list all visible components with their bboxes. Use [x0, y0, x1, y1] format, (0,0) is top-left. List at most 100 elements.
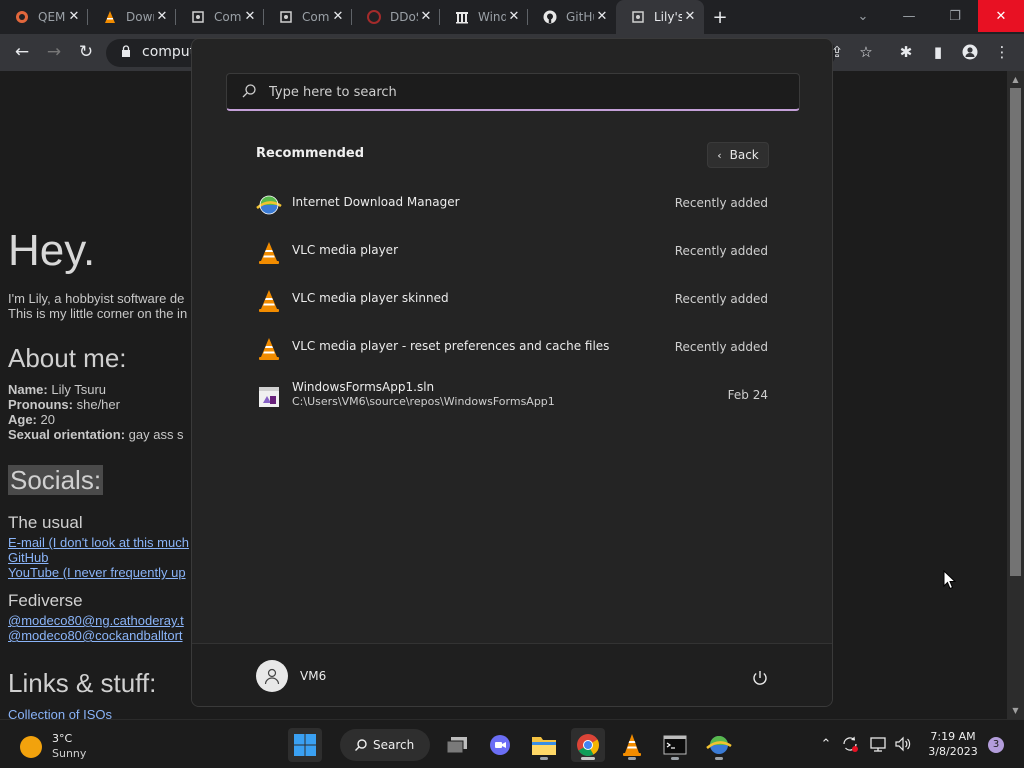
page-heading: Hey.: [8, 226, 96, 275]
power-button[interactable]: [748, 666, 772, 690]
vlc-icon: [259, 338, 279, 360]
profile-icon[interactable]: [958, 40, 982, 64]
terminal-icon[interactable]: [658, 728, 692, 762]
chevron-down-icon[interactable]: ⌄: [840, 0, 886, 32]
back-arrow-icon[interactable]: ←: [9, 39, 35, 65]
scrollbar-thumb[interactable]: [1010, 88, 1021, 576]
about-orientation: Sexual orientation: gay ass s: [8, 427, 184, 442]
vlc-icon[interactable]: [615, 728, 649, 762]
taskbar-clock[interactable]: 7:19 AM 3/8/2023: [922, 729, 984, 759]
browser-tab[interactable]: Comp ✕: [176, 0, 264, 34]
avatar[interactable]: [256, 660, 288, 692]
sun-icon: [20, 736, 42, 758]
chevron-left-icon: ‹: [717, 148, 722, 162]
chrome-icon[interactable]: [571, 728, 605, 762]
ddos-icon: [366, 9, 382, 25]
taskbar-search-button[interactable]: Search: [340, 729, 430, 761]
reload-icon[interactable]: ↻: [73, 39, 99, 65]
idm-icon[interactable]: [702, 728, 736, 762]
weather-widget[interactable]: 3°C Sunny: [20, 732, 140, 760]
intro-text: This is my little corner on the in: [8, 306, 188, 321]
power-icon: [753, 671, 767, 685]
mouse-cursor-icon: [943, 570, 957, 590]
star-icon[interactable]: ☆: [854, 40, 878, 64]
intro-text: I'm Lily, a hobbyist software de: [8, 291, 185, 306]
start-button[interactable]: [288, 728, 322, 762]
windows-logo-icon: [294, 734, 316, 756]
github-link[interactable]: GitHub: [8, 550, 48, 565]
side-panel-icon[interactable]: ▮: [926, 40, 950, 64]
vlc-icon: [259, 242, 279, 264]
wikipedia-icon: [454, 9, 470, 25]
volume-icon[interactable]: [893, 733, 913, 755]
scroll-up-arrow-icon[interactable]: ▲: [1008, 73, 1023, 87]
task-view-icon[interactable]: [440, 728, 474, 762]
teams-chat-icon[interactable]: [483, 728, 517, 762]
fediverse-link[interactable]: @modeco80@ng.cathoderay.t: [8, 613, 184, 628]
browser-tab-active[interactable]: Lily's ✕: [616, 0, 704, 34]
recommended-item[interactable]: WindowsFormsApp1.sln C:\Users\VM6\source…: [244, 374, 780, 418]
youtube-link[interactable]: YouTube (I never frequently up: [8, 565, 186, 580]
taskbar: 3°C Sunny Search ⌃ 7:19 AM 3/8/2023 3: [0, 719, 1024, 768]
user-icon: [264, 668, 280, 685]
fediverse-heading: Fediverse: [8, 591, 83, 610]
vlc-icon: [259, 290, 279, 312]
close-icon[interactable]: ✕: [594, 9, 610, 25]
recommended-item[interactable]: Internet Download Manager Recently added: [244, 182, 780, 226]
notification-badge[interactable]: 3: [988, 737, 1004, 753]
socials-heading: Socials:: [8, 465, 104, 495]
menu-icon[interactable]: ⋮: [990, 40, 1014, 64]
isos-link[interactable]: Collection of ISOs: [8, 707, 112, 719]
recommended-item[interactable]: VLC media player skinned Recently added: [244, 278, 780, 322]
browser-tab[interactable]: DDoS ✕: [352, 0, 440, 34]
browser-tab[interactable]: Downl ✕: [88, 0, 176, 34]
scroll-down-arrow-icon[interactable]: ▼: [1008, 704, 1023, 718]
recommended-item[interactable]: VLC media player Recently added: [244, 230, 780, 274]
links-heading: Links & stuff:: [8, 668, 157, 698]
browser-tab[interactable]: QEMU ✕: [0, 0, 88, 34]
close-icon[interactable]: ✕: [418, 9, 434, 25]
about-age: Age: 20: [8, 412, 55, 427]
fediverse-link[interactable]: @modeco80@cockandballtort: [8, 628, 183, 643]
close-icon[interactable]: ✕: [242, 9, 258, 25]
close-icon[interactable]: ✕: [330, 9, 346, 25]
about-name: Name: Lily Tsuru: [8, 382, 107, 397]
search-icon: [355, 739, 367, 751]
start-menu: Recommended ‹ Back Internet Download Man…: [191, 38, 833, 707]
idm-icon: [256, 195, 282, 215]
browser-tab[interactable]: GitHu ✕: [528, 0, 616, 34]
close-icon[interactable]: ✕: [66, 9, 82, 25]
usual-heading: The usual: [8, 513, 83, 532]
network-icon[interactable]: [868, 733, 888, 755]
close-icon[interactable]: ✕: [682, 9, 698, 25]
site-icon: [190, 9, 206, 25]
recommended-item[interactable]: VLC media player - reset preferences and…: [244, 326, 780, 370]
close-window-button[interactable]: ✕: [978, 0, 1024, 32]
start-search-box[interactable]: [226, 73, 800, 111]
chevron-up-icon[interactable]: ⌃: [816, 733, 836, 755]
close-icon[interactable]: ✕: [506, 9, 522, 25]
restore-icon[interactable]: ❐: [932, 0, 978, 32]
site-icon: [278, 9, 294, 25]
github-icon: [542, 9, 558, 25]
browser-tab[interactable]: Wind ✕: [440, 0, 528, 34]
file-explorer-icon[interactable]: [527, 728, 561, 762]
browser-tab[interactable]: Comp ✕: [264, 0, 352, 34]
start-search-input[interactable]: [269, 82, 769, 102]
site-icon: [630, 9, 646, 25]
back-button[interactable]: ‹ Back: [707, 142, 769, 168]
new-tab-button[interactable]: +: [704, 0, 736, 34]
vlc-cone-icon: [102, 9, 118, 25]
extensions-icon[interactable]: ✱: [894, 40, 918, 64]
close-icon[interactable]: ✕: [154, 9, 170, 25]
sync-icon[interactable]: [840, 733, 860, 755]
email-link[interactable]: E-mail (I don't look at this much: [8, 535, 189, 550]
start-footer: VM6: [192, 643, 832, 706]
recommended-heading: Recommended: [256, 146, 365, 161]
user-name[interactable]: VM6: [300, 669, 326, 683]
lock-icon: [121, 45, 131, 60]
visual-studio-solution-icon: [259, 387, 279, 407]
forward-arrow-icon[interactable]: →: [41, 39, 67, 65]
minimize-icon[interactable]: —: [886, 0, 932, 32]
search-icon: [242, 84, 256, 98]
